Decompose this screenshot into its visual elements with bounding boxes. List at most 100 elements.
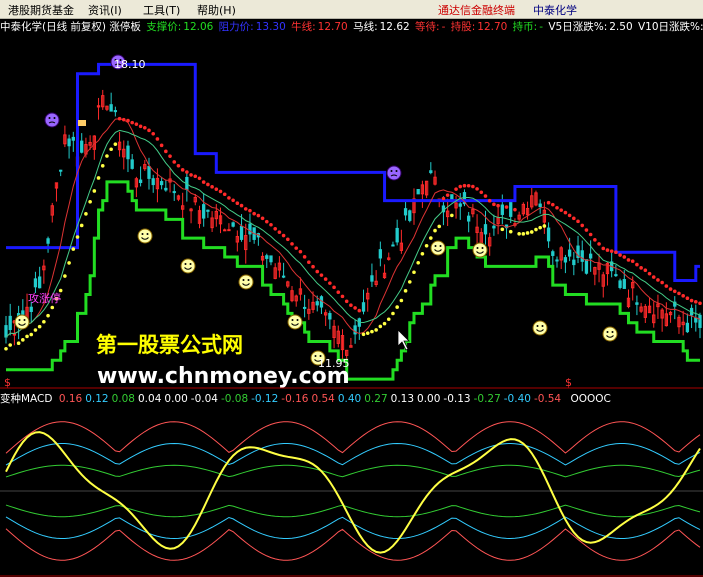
- candle-body-30: [130, 159, 134, 169]
- trend-dot-48: [206, 182, 210, 187]
- trend-dot-113: [479, 190, 484, 195]
- trend-dot-75: [319, 273, 324, 277]
- trend-dot-154: [651, 275, 656, 279]
- trend-dot-116: [492, 202, 496, 207]
- trend-dot-43: [185, 170, 189, 174]
- smiley-icon-3-face: [238, 274, 254, 290]
- trend-dot-97: [412, 270, 416, 275]
- macd-value-11: 0.27: [364, 393, 388, 405]
- trend-dot-38: [164, 149, 168, 154]
- smiley-icon-0-eye-l: [18, 319, 21, 321]
- trend-dot-163: [689, 298, 694, 303]
- trend-dot-156: [660, 280, 664, 285]
- trend-dot-11: [50, 305, 55, 310]
- trend-dot-30: [130, 120, 134, 125]
- trend-dot-82: [349, 303, 353, 307]
- purple-face-icon-2-eye-r: [395, 170, 398, 172]
- smiley-icon-6-face: [430, 240, 446, 256]
- candle-body-26: [113, 110, 118, 113]
- trend-dot-31: [134, 122, 139, 126]
- smiley-icon-0-eye-r: [23, 319, 26, 321]
- trend-dot-89: [378, 324, 383, 329]
- trend-dot-100: [424, 243, 429, 248]
- candle-body-150: [635, 302, 639, 305]
- trend-dot-58: [248, 208, 252, 213]
- macd-value-5: -0.04: [190, 393, 218, 405]
- candle-body-13: [59, 169, 63, 172]
- candle-body-101: [429, 170, 433, 174]
- trend-dot-19: [84, 212, 88, 216]
- smiley-icon-3: [238, 274, 254, 290]
- trend-dot-28: [121, 117, 126, 122]
- trend-dot-90: [382, 321, 387, 326]
- trend-dot-73: [311, 264, 315, 269]
- hand-icon-0: [78, 120, 86, 126]
- candle-body-83: [353, 325, 357, 335]
- trend-dot-150: [635, 262, 639, 267]
- candle-body-131: [555, 259, 559, 262]
- macd-main-line: [5, 431, 701, 554]
- candle-body-48: [206, 209, 210, 212]
- candle-body-2: [12, 333, 17, 336]
- smiley-icon-6: [430, 240, 446, 256]
- trend-dot-37: [159, 143, 164, 148]
- trend-dot-152: [643, 268, 648, 273]
- trend-dot-83: [353, 306, 357, 310]
- trend-dot-24: [105, 154, 109, 158]
- trend-dot-74: [315, 269, 320, 274]
- watermark-url: www.chnmoney.com: [97, 364, 350, 389]
- stock-chart[interactable]: 18.10 11.95 攻涨停 $ $: [0, 0, 703, 577]
- smiley-icon-7-eye-r: [481, 247, 484, 249]
- smiley-icon-1-eye-l: [141, 233, 144, 235]
- trend-dot-35: [151, 131, 156, 136]
- smiley-icon-8-eye-r: [541, 325, 544, 327]
- trend-dot-23: [100, 164, 105, 168]
- trend-dot-145: [614, 250, 618, 255]
- candle-body-74: [315, 301, 319, 306]
- trend-dot-34: [147, 128, 151, 133]
- candle-body-92: [391, 244, 395, 247]
- trend-dot-106: [450, 213, 454, 218]
- trend-dot-110: [466, 183, 471, 188]
- candle-body-71: [302, 306, 307, 309]
- trend-dot-65: [277, 230, 282, 234]
- smiley-icon-2: [180, 258, 196, 274]
- trend-dot-93: [395, 305, 399, 309]
- macd-value-3: 0.04: [138, 393, 162, 405]
- trend-dot-141: [597, 242, 601, 246]
- candle-body-147: [622, 279, 626, 289]
- trend-dot-105: [445, 193, 450, 197]
- trend-dot-121: [513, 207, 517, 212]
- trend-dot-92: [391, 311, 395, 316]
- trend-dot-84: [357, 308, 362, 313]
- smiley-icon-8: [532, 320, 548, 336]
- candle-body-53: [227, 229, 231, 232]
- trend-dot-115: [487, 198, 492, 203]
- chart-grid: [0, 387, 703, 577]
- trend-dot-96: [407, 280, 412, 284]
- trend-dot-151: [639, 266, 643, 270]
- trend-dot-91: [386, 317, 391, 322]
- smiley-icon-7-face: [472, 242, 488, 258]
- trend-dot-46: [197, 176, 202, 181]
- trend-dot-158: [668, 287, 673, 291]
- trend-dot-59: [252, 211, 256, 216]
- trend-dot-88: [374, 328, 378, 332]
- smiley-icon-8-eye-l: [536, 325, 539, 327]
- candle-body-96: [408, 210, 412, 221]
- macd-value-12: 0.13: [390, 393, 415, 405]
- trend-dot-18: [79, 223, 84, 228]
- macd-value-2: 0.08: [111, 393, 135, 405]
- trend-dot-159: [672, 289, 677, 294]
- trend-dot-60: [256, 213, 261, 218]
- macd-panel: [0, 421, 703, 561]
- candle-body-8: [37, 276, 42, 289]
- trend-dot-123: [521, 232, 526, 236]
- trend-dot-0: [4, 346, 8, 351]
- macd-value-15: -0.27: [473, 393, 501, 405]
- smiley-icon-3-eye-l: [242, 279, 245, 281]
- candle-body-56: [239, 225, 244, 240]
- candle-body-89: [378, 249, 382, 259]
- trend-dot-155: [656, 278, 660, 282]
- trend-dot-157: [664, 284, 669, 288]
